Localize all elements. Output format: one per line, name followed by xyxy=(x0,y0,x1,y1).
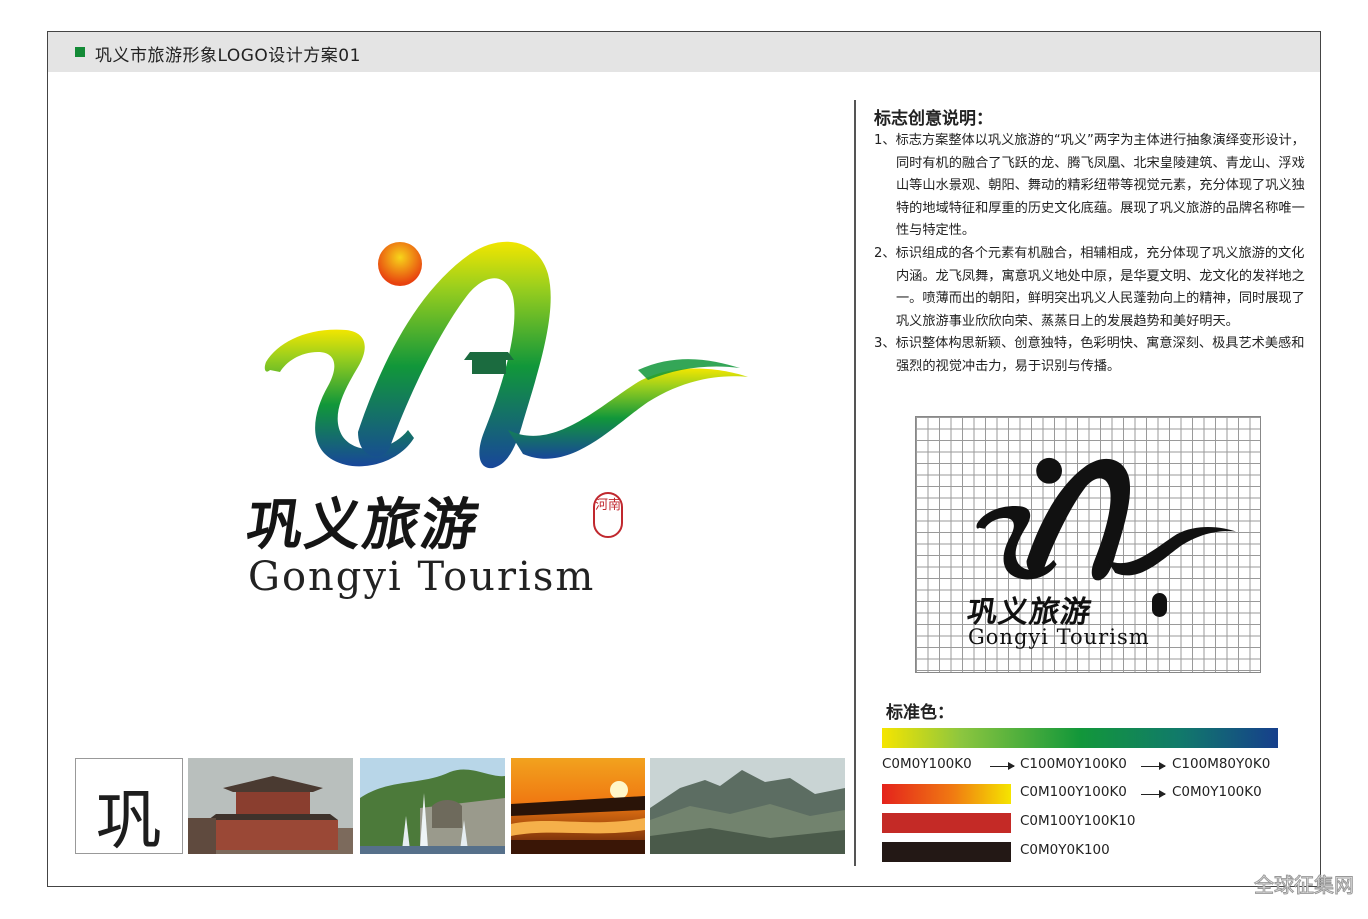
logo-chinese-name: 巩义旅游 xyxy=(242,492,485,558)
arrow-right-icon xyxy=(990,762,1015,770)
color-code: C0M0Y0K100 xyxy=(1020,842,1110,858)
grid-logo-mark xyxy=(976,457,1236,581)
black-swatch xyxy=(882,842,1011,862)
logo-english-name: Gongyi Tourism xyxy=(248,554,596,600)
color-code: C0M100Y100K10 xyxy=(1020,813,1136,829)
color-code: C0M0Y100K0 xyxy=(1172,784,1262,800)
sunset-photo xyxy=(511,758,645,854)
grid-logo: 巩义旅游 Gongyi Tourism xyxy=(915,416,1261,673)
mountain-photo xyxy=(650,758,845,854)
thumbnail-character: 巩 xyxy=(96,782,162,859)
fountain-photo xyxy=(360,758,505,854)
color-code: C100M0Y100K0 xyxy=(1020,756,1127,772)
header-bar: 巩义市旅游形象LOGO设计方案01 xyxy=(48,32,1320,72)
vertical-divider xyxy=(854,100,856,866)
concept-title: 标志创意说明： xyxy=(874,109,993,129)
standard-colors-title: 标准色： xyxy=(886,703,954,723)
ribbon-stroke xyxy=(508,368,748,459)
arrow-right-icon xyxy=(1141,762,1166,770)
concept-description: 1、标志方案整体以巩义旅游的“巩义”两字为主体进行抽象演绎变形设计，同时有机的融… xyxy=(874,130,1314,379)
red-swatch xyxy=(882,813,1011,833)
sun-icon xyxy=(378,242,422,286)
watermark: 全球征集网 xyxy=(1254,873,1355,898)
color-code: C100M80Y0K0 xyxy=(1172,756,1271,772)
description-item: 1、标志方案整体以巩义旅游的“巩义”两字为主体进行抽象演绎变形设计，同时有机的融… xyxy=(874,133,1305,239)
temple-photo xyxy=(188,758,353,854)
description-item: 2、标识组成的各个元素有机融合，相辅相成，充分体现了巩义旅游的文化内涵。龙飞凤舞… xyxy=(874,245,1305,329)
color-code: C0M0Y100K0 xyxy=(882,756,972,772)
page-title: 巩义市旅游形象LOGO设计方案01 xyxy=(95,46,361,66)
design-board: 巩义市旅游形象LOGO设计方案01 巩义旅游 河南 Gongyi Tourism… xyxy=(47,31,1321,887)
title-bullet-icon xyxy=(75,47,85,57)
orange-gradient-swatch xyxy=(882,784,1011,804)
character-thumbnail: 巩 xyxy=(75,758,183,859)
grid-seal xyxy=(1152,593,1167,617)
gradient-swatch xyxy=(882,728,1278,748)
arrow-right-icon xyxy=(1141,790,1166,798)
henan-seal: 河南 xyxy=(593,492,623,538)
description-item: 3、标识整体构思新颖、创意独特，色彩明快、寓意深刻、极具艺术美感和强烈的视觉冲击… xyxy=(874,336,1305,374)
main-logo xyxy=(264,241,748,469)
grid-logo-english-name: Gongyi Tourism xyxy=(968,625,1150,649)
color-code: C0M100Y100K0 xyxy=(1020,784,1127,800)
